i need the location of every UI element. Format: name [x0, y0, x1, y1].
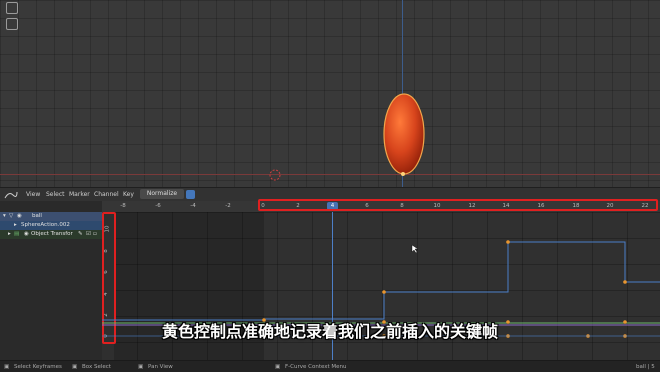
3d-cursor-icon [269, 169, 281, 181]
keyframe-point [382, 290, 386, 294]
menu-marker[interactable]: Marker [69, 189, 90, 200]
channel-label-action: SphereAction.002 [21, 222, 70, 228]
keyframe-point [506, 240, 510, 244]
ruler-tick: -8 [120, 203, 126, 209]
menu-channel[interactable]: Channel [94, 189, 119, 200]
channel-label-ball: ball [32, 213, 42, 219]
eye-icon[interactable]: ◉ [24, 230, 29, 239]
menu-key[interactable]: Key [123, 189, 134, 200]
normalize-toggle[interactable]: Normalize [140, 189, 184, 199]
channel-row-action[interactable]: ▸ SphereAction.002 [0, 221, 102, 230]
mouse-cursor-icon [411, 244, 419, 254]
channel-row-transforms[interactable]: ▸ ▤ ◉ Object Transfor ✎ ☑ ▫ [0, 230, 102, 239]
fcurve-z-location [102, 241, 660, 321]
wrench-icon[interactable]: ✎ [78, 230, 83, 239]
keyframe-point [623, 280, 627, 284]
ruler-tick: -2 [225, 203, 231, 209]
ruler-highlight-box [258, 199, 658, 211]
ruler-tick: -4 [190, 203, 196, 209]
ruler-tick: -6 [155, 203, 161, 209]
video-subtitle: 黄色控制点准确地记录着我们之前插入的关键帧 [161, 322, 498, 341]
channel-row-ball[interactable]: ▾ ▽ ◉ ball [0, 212, 102, 221]
refresh-icon[interactable] [186, 190, 195, 199]
viewport-scene [269, 93, 425, 181]
status-bar: ▣ Select Keyframes ▣ Box Select ▣ Pan Vi… [0, 360, 660, 372]
editor-type-icon[interactable] [4, 190, 18, 199]
checkbox-icon[interactable]: ☑ [86, 230, 91, 239]
expand-arrow-icon[interactable]: ▾ [3, 212, 6, 221]
action-icon: ▸ [14, 222, 17, 228]
object-icon: ▽ [9, 213, 14, 219]
menu-view[interactable]: View [26, 189, 40, 200]
ball-object [383, 93, 425, 175]
group-icon: ▤ [14, 231, 20, 237]
lock-icon[interactable]: ▫ [93, 230, 97, 239]
expand-arrow-icon[interactable]: ▸ [8, 230, 11, 239]
channel-label-transforms: Object Transfor [31, 231, 73, 237]
menu-select[interactable]: Select [46, 189, 65, 200]
ball-origin-dot [401, 172, 405, 176]
eye-icon[interactable]: ◉ [17, 212, 22, 221]
